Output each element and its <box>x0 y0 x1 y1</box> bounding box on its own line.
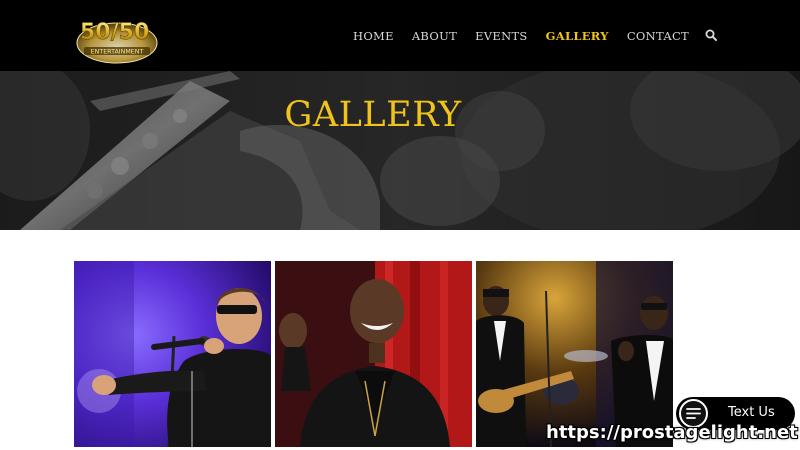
page-hero: GALLERY <box>0 71 800 230</box>
site-logo[interactable]: 50/50 ENTERTAINMENT <box>74 3 160 67</box>
nav-gallery[interactable]: GALLERY <box>546 29 609 43</box>
logo-graphic: 50/50 ENTERTAINMENT <box>76 20 158 64</box>
nav-events[interactable]: EVENTS <box>475 29 528 43</box>
nav-contact[interactable]: CONTACT <box>627 29 689 43</box>
page-title: GALLERY <box>284 95 462 135</box>
text-us-label: Text Us <box>728 405 775 420</box>
photo-gallery <box>74 261 674 447</box>
main-nav: HOME ABOUT EVENTS GALLERY CONTACT <box>353 0 719 71</box>
band-photo <box>476 261 673 447</box>
gallery-photo-1[interactable] <box>74 261 271 447</box>
search-icon[interactable] <box>705 29 719 43</box>
nav-about[interactable]: ABOUT <box>412 29 457 43</box>
gallery-photo-2[interactable] <box>275 261 472 447</box>
performer-photo <box>275 261 472 447</box>
logo-text: 50/50 <box>80 20 149 45</box>
logo-subtext: ENTERTAINMENT <box>91 49 144 56</box>
watermark-text: https://prostagelight.net <box>546 422 798 443</box>
gallery-photo-3[interactable] <box>476 261 673 447</box>
nav-home[interactable]: HOME <box>353 29 394 43</box>
site-header: 50/50 ENTERTAINMENT HOME ABOUT EVENTS GA… <box>0 0 800 71</box>
singer-photo <box>74 261 271 447</box>
